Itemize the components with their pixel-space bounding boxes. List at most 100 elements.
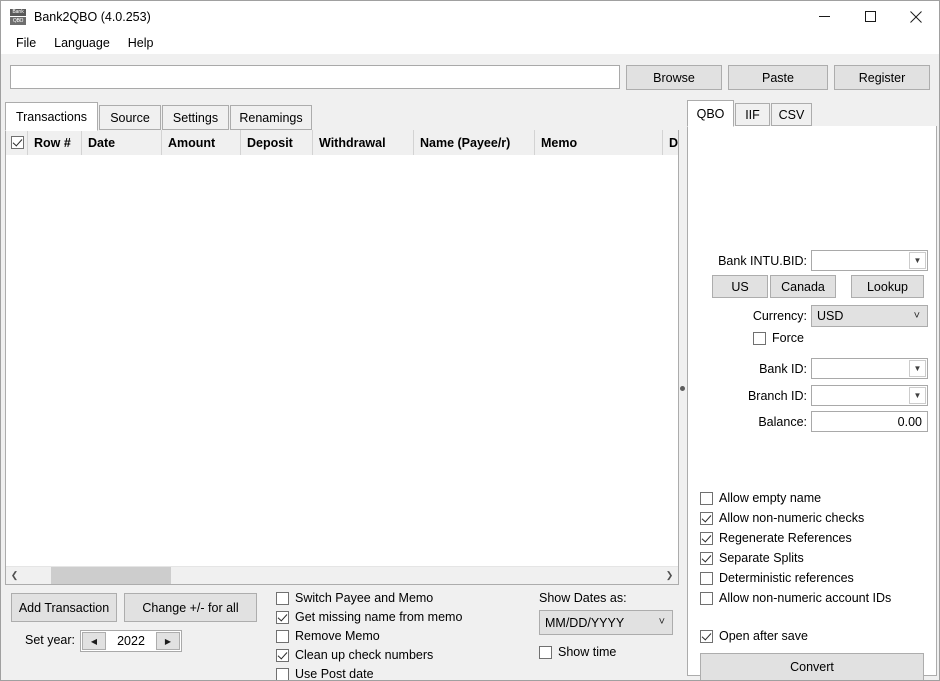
tab-settings[interactable]: Settings	[162, 105, 229, 130]
allow-non-numeric-account-ids-checkbox[interactable]	[700, 591, 713, 605]
column-header-deposit[interactable]: Deposit	[241, 130, 313, 155]
chevron-down-icon[interactable]: ▼	[909, 360, 926, 377]
allow-non-numeric-checks-checkbox[interactable]	[700, 511, 713, 525]
menu-item-language[interactable]: Language	[45, 33, 119, 53]
chevron-down-icon[interactable]: ▼	[909, 387, 926, 404]
scroll-thumb[interactable]	[51, 567, 171, 584]
option-allow-non-numeric-account-ids[interactable]: Allow non-numeric account IDs	[700, 591, 891, 605]
option-deterministic-references[interactable]: Deterministic references	[700, 571, 891, 585]
force-checkbox[interactable]	[753, 331, 766, 345]
year-previous-button[interactable]: ◀	[82, 632, 106, 650]
right-panel: QBO IIF CSV Bank INTU.BID: ▼ US Canada L…	[687, 100, 937, 680]
scroll-right-icon[interactable]: ❯	[661, 567, 678, 584]
add-transaction-button[interactable]: Add Transaction	[11, 593, 117, 622]
browse-button[interactable]: Browse	[626, 65, 722, 90]
bank-intu-bid-row: Bank INTU.BID: ▼	[698, 250, 928, 271]
option-use-post-date[interactable]: Use Post date	[276, 667, 462, 681]
use-post-date-checkbox[interactable]	[276, 667, 289, 680]
date-format-dropdown[interactable]: MM/DD/YYYY ˅	[539, 610, 673, 635]
close-icon	[910, 10, 922, 23]
paste-button[interactable]: Paste	[728, 65, 828, 90]
minimize-button[interactable]	[801, 1, 847, 32]
lookup-button[interactable]: Lookup	[851, 275, 924, 298]
show-time-checkbox[interactable]	[539, 645, 552, 659]
set-year-stepper[interactable]: ◀ 2022 ▶	[80, 630, 182, 652]
remove-memo-checkbox[interactable]	[276, 629, 289, 643]
splitter-grip-icon[interactable]	[680, 386, 685, 391]
column-header-withdrawal[interactable]: Withdrawal	[313, 130, 414, 155]
menu-bar: File Language Help	[1, 32, 939, 54]
option-remove-memo[interactable]: Remove Memo	[276, 629, 462, 643]
column-header-row-number[interactable]: Row #	[28, 130, 82, 155]
option-switch-payee-memo[interactable]: Switch Payee and Memo	[276, 591, 462, 605]
scroll-left-icon[interactable]: ❮	[6, 567, 23, 584]
switch-payee-and-memo-checkbox[interactable]	[276, 591, 289, 605]
option-regenerate-references[interactable]: Regenerate References	[700, 531, 891, 545]
maximize-button[interactable]	[847, 1, 893, 32]
show-dates-group: Show Dates as: MM/DD/YYYY ˅ Show time	[539, 591, 673, 659]
tab-iif[interactable]: IIF	[735, 103, 770, 126]
qbo-settings-panel: Bank INTU.BID: ▼ US Canada Lookup Curren…	[687, 126, 937, 680]
minimize-icon	[818, 16, 830, 17]
branch-id-label: Branch ID:	[747, 388, 808, 403]
column-header-doc[interactable]: Doc	[663, 130, 678, 155]
clean-up-check-numbers-checkbox[interactable]	[276, 648, 289, 662]
option-allow-empty-name[interactable]: Allow empty name	[700, 491, 891, 505]
close-button[interactable]	[893, 1, 939, 32]
column-header-amount[interactable]: Amount	[162, 130, 241, 155]
separate-splits-label: Separate Splits	[719, 551, 804, 565]
deterministic-references-checkbox[interactable]	[700, 571, 713, 585]
allow-empty-name-checkbox[interactable]	[700, 491, 713, 505]
option-separate-splits[interactable]: Separate Splits	[700, 551, 891, 565]
grid-body[interactable]	[6, 155, 678, 566]
transactions-grid: Row # Date Amount Deposit Withdrawal Nam…	[5, 130, 679, 585]
convert-button[interactable]: Convert	[700, 653, 924, 680]
tab-csv[interactable]: CSV	[771, 103, 812, 126]
force-checkbox-row[interactable]: Force	[753, 331, 804, 345]
year-next-button[interactable]: ▶	[156, 632, 180, 650]
chevron-down-icon[interactable]: ▼	[909, 252, 926, 269]
canada-button[interactable]: Canada	[770, 275, 836, 298]
open-after-save-row[interactable]: Open after save	[700, 629, 808, 643]
window-title: Bank2QBO (4.0.253)	[34, 9, 151, 24]
chevron-down-icon: ˅	[913, 309, 920, 322]
balance-label: Balance:	[758, 414, 807, 429]
register-button[interactable]: Register	[834, 65, 930, 90]
regenerate-references-checkbox[interactable]	[700, 531, 713, 545]
bank-id-combo[interactable]: ▼	[811, 358, 928, 379]
select-all-header-cell[interactable]	[6, 130, 28, 155]
column-header-memo[interactable]: Memo	[535, 130, 663, 155]
panel-splitter[interactable]	[679, 102, 687, 585]
menu-item-file[interactable]: File	[7, 33, 45, 53]
bottom-options-list: Switch Payee and Memo Get missing name f…	[276, 591, 462, 681]
branch-id-combo[interactable]: ▼	[811, 385, 928, 406]
option-show-time[interactable]: Show time	[539, 645, 673, 659]
year-value: 2022	[117, 634, 145, 648]
grid-horizontal-scrollbar[interactable]: ❮ ❯	[6, 566, 678, 584]
tab-renamings[interactable]: Renamings	[230, 105, 312, 130]
option-get-missing-name[interactable]: Get missing name from memo	[276, 610, 462, 624]
get-missing-name-checkbox[interactable]	[276, 610, 289, 624]
option-allow-non-numeric-checks[interactable]: Allow non-numeric checks	[700, 511, 891, 525]
menu-item-help[interactable]: Help	[119, 33, 163, 53]
file-path-input[interactable]	[10, 65, 620, 89]
currency-dropdown[interactable]: USD ˅	[811, 305, 928, 327]
tab-source[interactable]: Source	[99, 105, 161, 130]
allow-empty-name-label: Allow empty name	[719, 491, 822, 505]
balance-input[interactable]: 0.00	[811, 411, 928, 432]
bank-id-row: Bank ID: ▼	[698, 358, 928, 379]
option-clean-check-numbers[interactable]: Clean up check numbers	[276, 648, 462, 662]
column-header-name-payee[interactable]: Name (Payee/r)	[414, 130, 535, 155]
open-after-save-checkbox[interactable]	[700, 629, 713, 643]
column-header-date[interactable]: Date	[82, 130, 162, 155]
change-sign-for-all-button[interactable]: Change +/- for all	[124, 593, 257, 622]
tab-qbo[interactable]: QBO	[687, 100, 734, 127]
bank-intu-bid-combo[interactable]: ▼	[811, 250, 928, 271]
scroll-track[interactable]	[23, 567, 661, 584]
separate-splits-checkbox[interactable]	[700, 551, 713, 565]
use-post-date-label: Use Post date	[295, 667, 374, 681]
tab-transactions[interactable]: Transactions	[5, 102, 98, 131]
us-button[interactable]: US	[712, 275, 768, 298]
select-all-checkbox[interactable]	[11, 136, 24, 149]
deterministic-references-label: Deterministic references	[719, 571, 854, 585]
